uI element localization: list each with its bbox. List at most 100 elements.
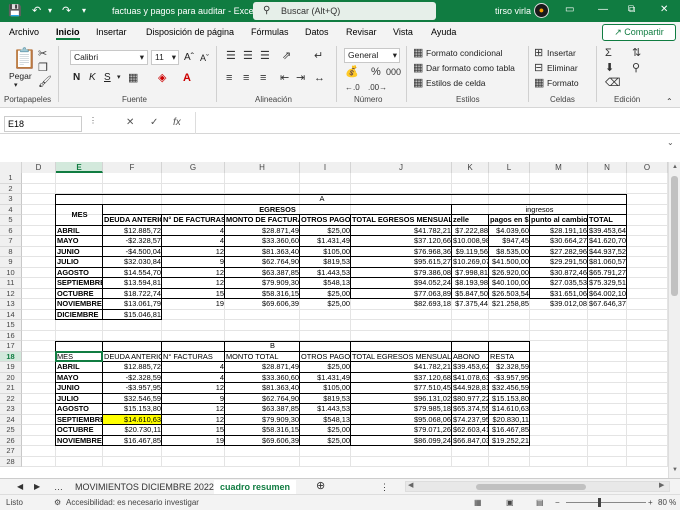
next-sheet-icon[interactable]: ▶ bbox=[34, 480, 40, 494]
scroll-right-icon[interactable]: ▶ bbox=[659, 481, 664, 489]
increase-font-icon[interactable]: Aˆ bbox=[184, 52, 194, 64]
fill-icon[interactable]: ⬇ bbox=[605, 62, 614, 74]
share-button[interactable]: ↗ Compartir bbox=[602, 24, 676, 41]
tab-disposicion[interactable]: Disposición de página bbox=[146, 26, 234, 38]
tab-inicio[interactable]: Inicio bbox=[56, 26, 80, 38]
number-format-select[interactable]: General ▾ bbox=[344, 48, 400, 63]
font-name-select[interactable]: Calibri ▾ bbox=[70, 50, 148, 65]
row-header-21[interactable]: 21 bbox=[0, 383, 22, 394]
tab-vista[interactable]: Vista bbox=[393, 26, 413, 38]
row-header-1[interactable]: 1 bbox=[0, 173, 22, 184]
font-color-icon[interactable]: A bbox=[183, 72, 191, 84]
row-header-6[interactable]: 6 bbox=[0, 225, 22, 236]
row-header-3[interactable]: 3 bbox=[0, 194, 22, 205]
zoom-slider[interactable] bbox=[566, 502, 646, 503]
decrease-indent-icon[interactable]: ⇤ bbox=[280, 72, 289, 84]
selected-cell-e18[interactable] bbox=[55, 350, 103, 362]
column-header-n[interactable]: N bbox=[588, 162, 627, 173]
table-a-cell[interactable]: $21.258,85 bbox=[489, 299, 530, 310]
zoom-slider-thumb[interactable] bbox=[598, 498, 601, 507]
search-box[interactable]: ⚲ Buscar (Alt+Q) bbox=[253, 2, 436, 20]
column-header-f[interactable]: F bbox=[103, 162, 162, 173]
tab-ayuda[interactable]: Ayuda bbox=[431, 26, 456, 38]
format-painter-icon[interactable]: 🖌 bbox=[38, 76, 52, 88]
row-header-7[interactable]: 7 bbox=[0, 236, 22, 247]
row-header-13[interactable]: 13 bbox=[0, 299, 22, 310]
column-header-g[interactable]: G bbox=[162, 162, 225, 173]
horizontal-scrollbar[interactable]: ◀ ▶ bbox=[405, 481, 670, 492]
table-a-cell[interactable]: $82.693,18 bbox=[351, 299, 452, 310]
paste-button[interactable]: Pegar bbox=[9, 70, 32, 82]
fill-color-icon[interactable]: ◈ bbox=[158, 72, 166, 84]
align-right-icon[interactable]: ≡ bbox=[260, 72, 266, 84]
increase-decimal-icon[interactable]: ←.0 bbox=[345, 82, 360, 94]
vertical-scroll-thumb[interactable] bbox=[671, 176, 678, 296]
formula-input[interactable] bbox=[195, 112, 680, 134]
undo-icon[interactable]: ↶ bbox=[32, 4, 41, 18]
sheet-more-icon[interactable]: … bbox=[54, 480, 63, 494]
horizontal-scroll-thumb[interactable] bbox=[476, 484, 586, 490]
expand-formula-bar-icon[interactable]: ⌄ bbox=[667, 138, 674, 147]
redo-icon[interactable]: ↷ bbox=[62, 4, 71, 18]
percent-icon[interactable]: % bbox=[371, 66, 381, 78]
undo-dropdown-icon[interactable]: ▾ bbox=[48, 4, 52, 18]
merge-center-icon[interactable]: ↔ bbox=[314, 72, 325, 84]
decrease-font-icon[interactable]: Aˇ bbox=[200, 52, 209, 64]
format-cells-button[interactable]: Formato bbox=[547, 77, 579, 89]
find-select-icon[interactable]: ⚲ bbox=[632, 62, 640, 74]
minimize-icon[interactable]: — bbox=[598, 3, 608, 17]
table-a-cell[interactable]: $25,00 bbox=[300, 299, 351, 310]
scroll-up-icon[interactable]: ▲ bbox=[672, 164, 678, 170]
underline-dropdown-icon[interactable]: ▾ bbox=[117, 72, 121, 84]
tab-archivo[interactable]: Archivo bbox=[9, 26, 39, 38]
scroll-down-icon[interactable]: ▼ bbox=[672, 467, 678, 473]
cell-styles-button[interactable]: Estilos de celda bbox=[426, 77, 486, 89]
cut-icon[interactable]: ✂ bbox=[38, 48, 47, 60]
accessibility-icon[interactable]: ⚙ bbox=[54, 497, 61, 509]
restore-icon[interactable]: ⧉ bbox=[628, 3, 635, 17]
column-header-d[interactable]: D bbox=[22, 162, 56, 173]
avatar[interactable]: ● bbox=[534, 3, 549, 18]
row-header-20[interactable]: 20 bbox=[0, 372, 22, 383]
orientation-icon[interactable]: ⇗ bbox=[282, 50, 291, 62]
row-header-2[interactable]: 2 bbox=[0, 183, 22, 194]
currency-icon[interactable]: 💰 bbox=[345, 66, 359, 78]
table-a-mes-header[interactable]: MES bbox=[56, 210, 103, 221]
row-header-25[interactable]: 25 bbox=[0, 425, 22, 436]
autosum-icon[interactable]: Σ bbox=[605, 47, 612, 59]
prev-sheet-icon[interactable]: ◀ bbox=[17, 480, 23, 494]
align-left-icon[interactable]: ≡ bbox=[226, 72, 232, 84]
borders-icon[interactable]: ▦ bbox=[128, 72, 138, 84]
copy-icon[interactable]: ❐ bbox=[38, 62, 48, 74]
insert-function-icon[interactable]: fx bbox=[173, 117, 181, 129]
row-header-12[interactable]: 12 bbox=[0, 288, 22, 299]
page-break-icon[interactable]: ▤ bbox=[536, 497, 544, 509]
wrap-text-icon[interactable]: ↵ bbox=[314, 50, 323, 62]
save-icon[interactable]: 💾 bbox=[8, 4, 22, 18]
ribbon-display-icon[interactable]: ▭ bbox=[565, 3, 574, 17]
column-header-l[interactable]: L bbox=[489, 162, 530, 173]
italic-button[interactable]: K bbox=[89, 72, 96, 84]
vertical-scrollbar[interactable]: ▲ ▼ bbox=[668, 162, 680, 478]
row-header-24[interactable]: 24 bbox=[0, 414, 22, 425]
zoom-level[interactable]: 80 % bbox=[658, 497, 676, 509]
row-header-15[interactable]: 15 bbox=[0, 320, 22, 331]
column-header-h[interactable]: H bbox=[225, 162, 300, 173]
column-header-m[interactable]: M bbox=[530, 162, 588, 173]
sort-filter-icon[interactable]: ⇅ bbox=[632, 47, 641, 59]
paste-icon[interactable]: 📋 bbox=[12, 48, 37, 70]
enter-icon[interactable]: ✓ bbox=[150, 117, 158, 129]
table-a-cell[interactable]: $39.012,08 bbox=[530, 299, 588, 310]
sheet-tab-movimientos[interactable]: MOVIMIENTOS DICIEMBRE 2022 bbox=[75, 480, 214, 494]
column-header-j[interactable]: J bbox=[351, 162, 452, 173]
tab-formulas[interactable]: Fórmulas bbox=[251, 26, 289, 38]
name-box[interactable]: E18 bbox=[4, 116, 82, 132]
row-header-14[interactable]: 14 bbox=[0, 309, 22, 320]
table-a-cell[interactable]: $69.606,39 bbox=[225, 299, 300, 310]
column-header-i[interactable]: I bbox=[300, 162, 351, 173]
decrease-decimal-icon[interactable]: .00→ bbox=[368, 82, 387, 94]
row-header-27[interactable]: 27 bbox=[0, 446, 22, 457]
customize-toolbar-icon[interactable]: ▾ bbox=[82, 4, 86, 18]
row-header-4[interactable]: 4 bbox=[0, 204, 22, 215]
row-header-23[interactable]: 23 bbox=[0, 404, 22, 415]
